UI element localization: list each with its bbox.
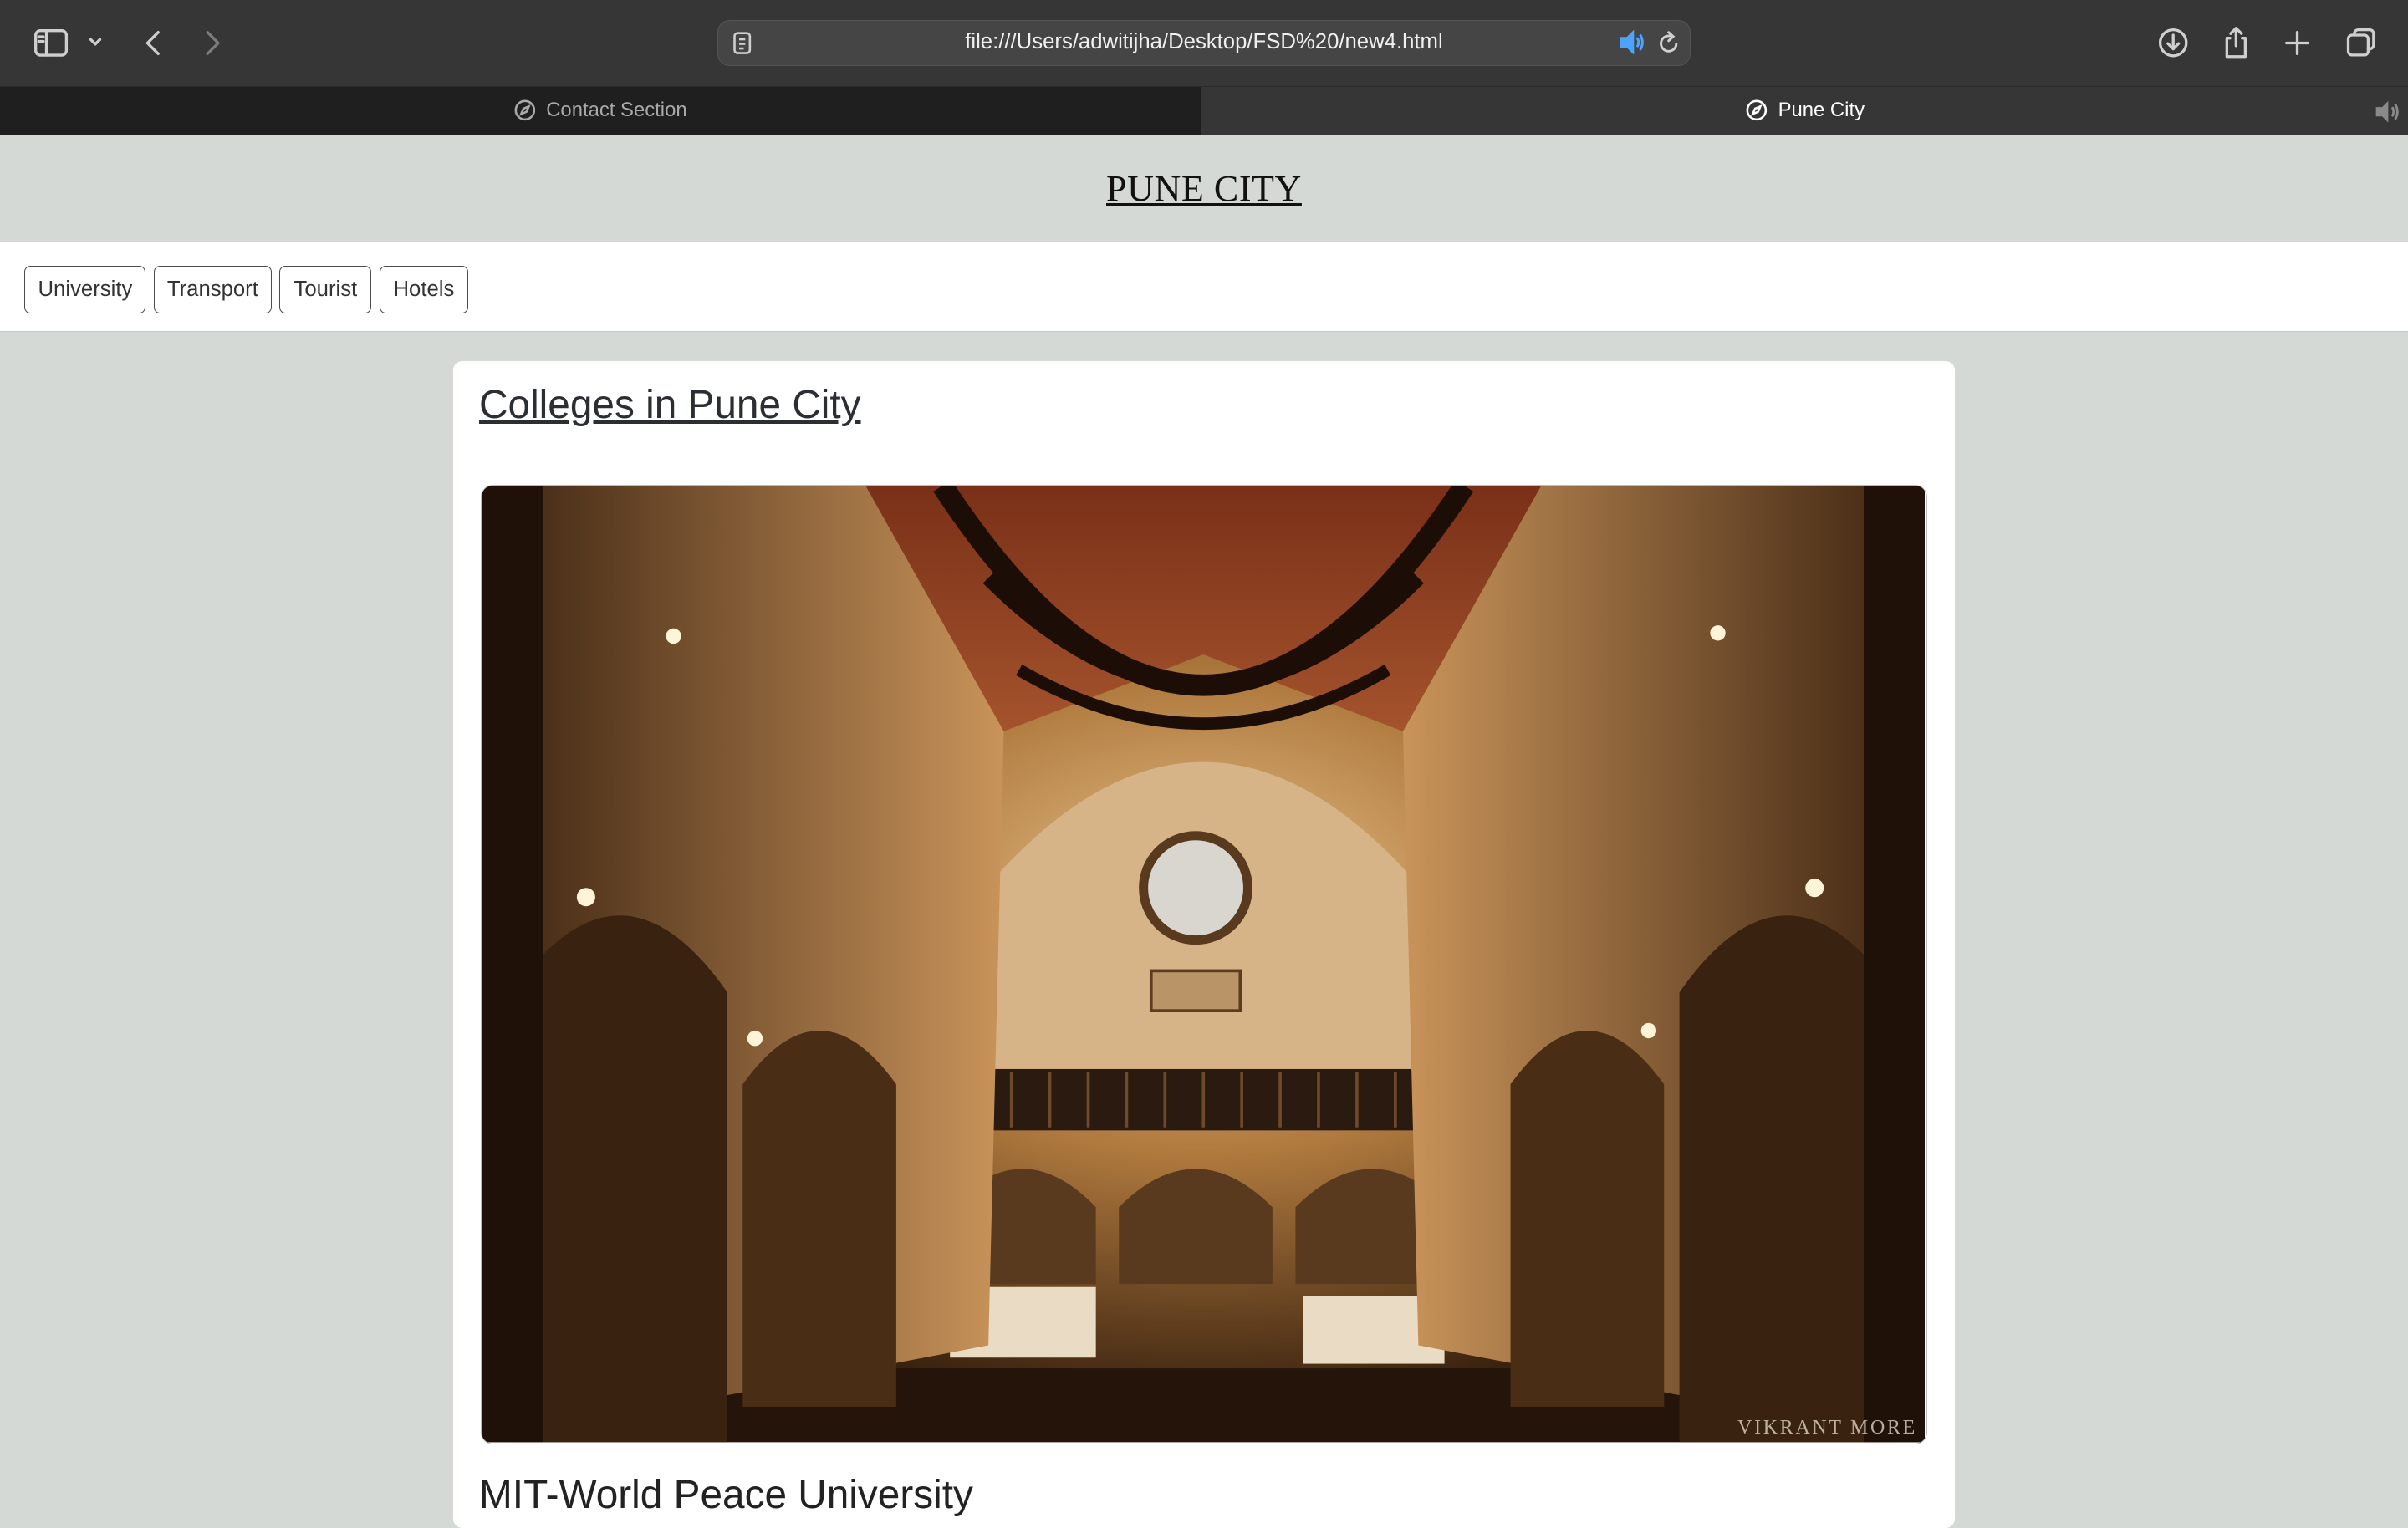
page-header: PUNE CITY (0, 135, 2408, 243)
tab-contact-section[interactable]: Contact Section (0, 86, 1201, 135)
sidebar-icon[interactable] (29, 22, 72, 64)
nav-button-hotels[interactable]: Hotels (379, 265, 469, 313)
new-tab-icon[interactable] (2276, 22, 2319, 64)
tab-label: Contact Section (546, 99, 687, 122)
url-text[interactable]: file:///Users/adwitijha/Desktop/FSD%20/n… (718, 30, 1690, 54)
chevron-down-icon[interactable] (77, 22, 114, 64)
nav-button-transport[interactable]: Transport (153, 265, 273, 313)
image-watermark: VIKRANT MORE (1737, 1416, 1917, 1439)
tab-overview-icon[interactable] (2339, 22, 2381, 64)
browser-toolbar: file:///Users/adwitijha/Desktop/FSD%20/n… (0, 0, 2408, 86)
tab-bar: Contact Section Pune City (0, 85, 2408, 135)
compass-icon (514, 99, 536, 121)
back-icon[interactable] (132, 22, 175, 64)
share-icon[interactable] (2215, 22, 2258, 64)
page-title: PUNE CITY (1106, 168, 1302, 210)
content-card: Colleges in Pune City VIKRANT MORE MIT-W… (452, 360, 1956, 1528)
tab-pune-city[interactable]: Pune City (1202, 86, 2408, 135)
download-icon[interactable] (2151, 22, 2194, 64)
nav-bar: University Transport Tourist Hotels (0, 242, 2408, 332)
reload-icon[interactable] (1656, 30, 1681, 63)
college-name: MIT-World Peace University (479, 1473, 973, 1518)
compass-icon (1746, 99, 1768, 121)
tab-label: Pune City (1778, 99, 1865, 122)
forward-icon[interactable] (191, 22, 233, 64)
nav-button-tourist[interactable]: Tourist (279, 265, 372, 313)
section-heading[interactable]: Colleges in Pune City (479, 382, 861, 428)
college-hall-image: VIKRANT MORE (480, 485, 1928, 1445)
speaker-icon[interactable] (1618, 29, 1645, 61)
nav-button-university[interactable]: University (24, 265, 146, 313)
tab-speaker-icon[interactable] (2373, 99, 2400, 130)
address-bar[interactable]: file:///Users/adwitijha/Desktop/FSD%20/n… (717, 19, 1691, 66)
